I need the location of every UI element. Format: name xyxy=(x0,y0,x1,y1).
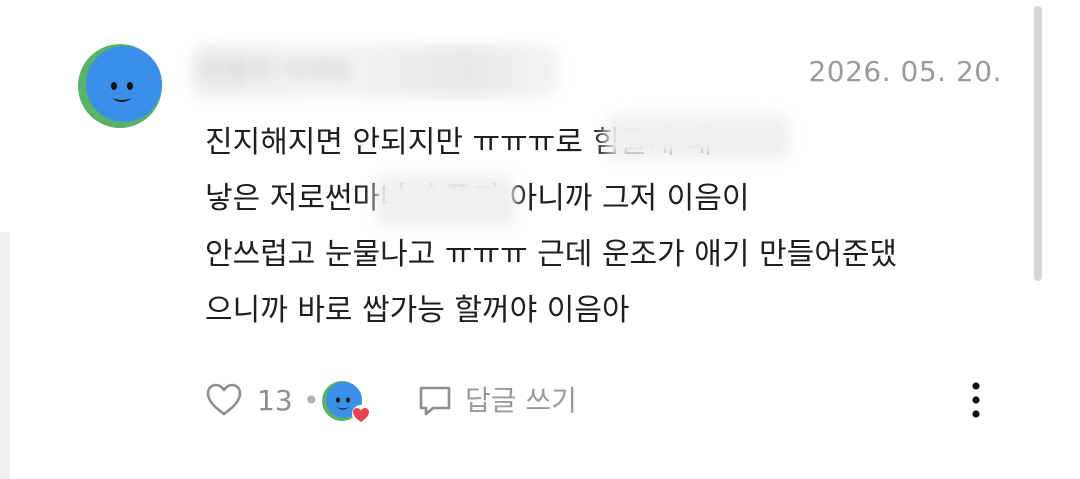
username[interactable]: 사용자 닉네임 xyxy=(190,44,560,98)
like-count: 13 xyxy=(257,384,293,417)
comment-line: 안쓰럽고 눈물나고 ㅠㅠㅠ 근데 운조가 애기 만들어준댔 xyxy=(205,237,898,272)
reply-button[interactable]: 답글 쓰기 xyxy=(465,381,577,421)
redaction-patch xyxy=(605,115,790,159)
heart-outline-icon[interactable] xyxy=(205,381,243,419)
smiley-avatar-icon[interactable] xyxy=(78,44,162,128)
speech-bubble-icon[interactable] xyxy=(417,383,453,419)
comment-line: 으니까 바로 쌉가능 할꺼야 이음아 xyxy=(205,293,630,328)
comment-line: 낳은 저로썬마나 슬픈지 아니까 그저 이음이 xyxy=(205,181,750,216)
more-vertical-icon[interactable] xyxy=(962,378,990,422)
left-edge-divider xyxy=(0,232,10,479)
comment-actions: 13 • 답글 쓰기 xyxy=(205,375,1005,427)
comment-body: 진지해지면 안되지만 ㅠㅠㅠ로 힘들게 애 낳은 저로썬마나 슬픈지 아니까 그… xyxy=(205,115,1025,339)
redaction-patch xyxy=(375,175,515,227)
comment-date: 2026. 05. 20. xyxy=(808,55,1002,88)
reactor-avatar-heart-icon[interactable] xyxy=(318,377,378,425)
scrollbar[interactable] xyxy=(1034,6,1042,281)
